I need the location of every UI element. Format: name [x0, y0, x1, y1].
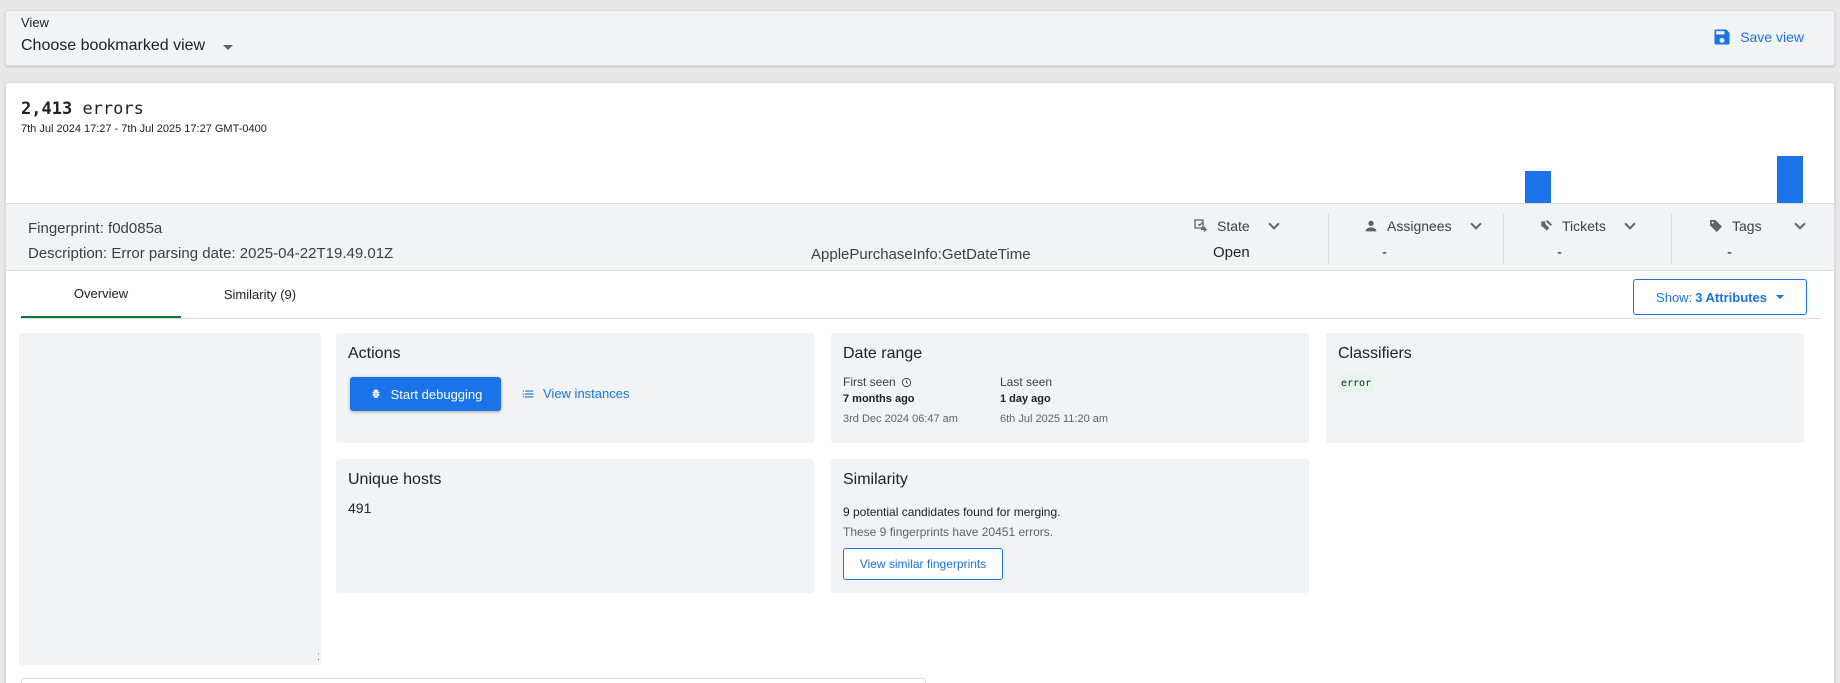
error-count-unit: errors	[82, 99, 144, 119]
state-dropdown[interactable]: State	[1193, 218, 1280, 234]
show-attributes-value: 3 Attributes	[1695, 289, 1767, 305]
chevron-down-icon[interactable]	[1624, 218, 1636, 230]
show-attributes-button[interactable]: Show: 3 Attributes	[1633, 279, 1807, 315]
view-similar-fingerprints-button[interactable]: View similar fingerprints	[843, 548, 1003, 580]
state-label: State	[1217, 218, 1250, 234]
view-instances-button[interactable]: View instances	[521, 386, 629, 401]
fingerprint-description: Description: Error parsing date: 2025-04…	[28, 245, 394, 262]
assignees-value: -	[1382, 244, 1387, 261]
error-count-value: 2,413	[21, 99, 73, 119]
assignees-attribute: Assignees -	[1358, 204, 1498, 270]
actions-title: Actions	[348, 345, 401, 362]
last-seen-date: 6th Jul 2025 11:20 am	[1000, 413, 1109, 425]
unique-hosts-value: 491	[348, 500, 372, 516]
state-attribute: State Open	[1189, 204, 1329, 270]
classifier-chip: error	[1338, 375, 1375, 392]
first-seen-relative: 7 months ago	[843, 393, 915, 405]
caret-down-icon	[223, 44, 234, 50]
resize-handle-icon[interactable]: ⁚	[317, 652, 320, 663]
side-panel: ⁚	[19, 333, 321, 665]
bottom-panel	[21, 678, 926, 683]
error-time-range: 7th Jul 2024 17:27 - 7th Jul 2025 17:27 …	[21, 123, 267, 135]
tag-icon	[1710, 220, 1722, 232]
floppy-disk-icon	[1714, 29, 1730, 45]
last-seen-label: Last seen	[1000, 375, 1053, 389]
fingerprint-function: ApplePurchaseInfo:GetDateTime	[811, 246, 1031, 263]
bookmarked-view-select[interactable]: Choose bookmarked view	[21, 37, 234, 55]
first-seen-date: 3rd Dec 2024 06:47 am	[843, 413, 958, 425]
divider	[1671, 214, 1672, 264]
similarity-title: Similarity	[843, 471, 908, 488]
caret-down-icon	[1775, 295, 1784, 299]
unique-hosts-title: Unique hosts	[348, 471, 442, 488]
classifiers-title: Classifiers	[1338, 345, 1412, 362]
view-bar: View Choose bookmarked view Save view	[5, 10, 1835, 66]
unique-hosts-card: Unique hosts 491	[336, 459, 814, 593]
chevron-down-icon[interactable]	[1469, 218, 1482, 230]
tab-overview[interactable]: Overview	[21, 271, 181, 318]
similarity-candidates-text: 9 potential candidates found for merging…	[843, 505, 1061, 519]
chevron-down-icon[interactable]	[1268, 218, 1280, 230]
ticket-icon	[1541, 220, 1552, 231]
clock-icon[interactable]	[901, 377, 912, 388]
chevron-down-icon[interactable]	[1793, 218, 1806, 230]
divider	[1328, 214, 1329, 264]
tags-attribute: Tags -	[1703, 204, 1833, 270]
last-seen-relative: 1 day ago	[1000, 393, 1051, 405]
tab-bar: Overview Similarity (9) Show: 3 Attribut…	[21, 271, 1821, 319]
first-seen-label: First seen	[843, 375, 896, 389]
bug-icon	[372, 389, 380, 399]
similarity-card: Similarity 9 potential candidates found …	[831, 459, 1309, 593]
tags-label: Tags	[1732, 218, 1762, 234]
fingerprint-panel: 2,413 errors 7th Jul 2024 17:27 - 7th Ju…	[5, 82, 1835, 683]
view-instances-label: View instances	[543, 386, 630, 401]
error-count: 2,413 errors	[21, 99, 144, 119]
actions-card: Actions Start debugging View instances	[336, 333, 814, 443]
start-debugging-button[interactable]: Start debugging	[350, 377, 501, 411]
tags-value: -	[1727, 244, 1732, 261]
tickets-dropdown[interactable]: Tickets	[1538, 218, 1636, 234]
assignees-label: Assignees	[1387, 218, 1452, 234]
tickets-value: -	[1557, 244, 1562, 261]
similarity-errors-text: These 9 fingerprints have 20451 errors.	[843, 525, 1054, 539]
date-range-title: Date range	[843, 345, 923, 362]
divider	[1503, 214, 1504, 264]
classifiers-card: Classifiers error	[1326, 333, 1804, 443]
save-view-button[interactable]: Save view	[1712, 27, 1804, 47]
person-icon	[1365, 220, 1377, 232]
state-icon	[1194, 219, 1207, 232]
save-view-label: Save view	[1740, 29, 1804, 45]
view-label: View	[21, 15, 49, 30]
tags-dropdown[interactable]: Tags	[1708, 218, 1806, 234]
assignees-dropdown[interactable]: Assignees	[1363, 218, 1482, 234]
tickets-label: Tickets	[1562, 218, 1606, 234]
state-value: Open	[1213, 244, 1250, 261]
first-seen-label-row: First seen	[843, 375, 912, 389]
bookmarked-view-placeholder: Choose bookmarked view	[21, 37, 206, 54]
fingerprint-summary-bar: Fingerprint: f0d085a Description: Error …	[6, 203, 1834, 271]
tickets-attribute: Tickets -	[1533, 204, 1673, 270]
date-range-card: Date range First seen 7 months ago 3rd D…	[831, 333, 1309, 443]
start-debugging-label: Start debugging	[390, 386, 483, 402]
list-icon	[522, 390, 534, 397]
fingerprint-id: Fingerprint: f0d085a	[28, 220, 163, 237]
show-attributes-prefix: Show:	[1656, 289, 1693, 305]
tab-similarity[interactable]: Similarity (9)	[195, 271, 325, 318]
